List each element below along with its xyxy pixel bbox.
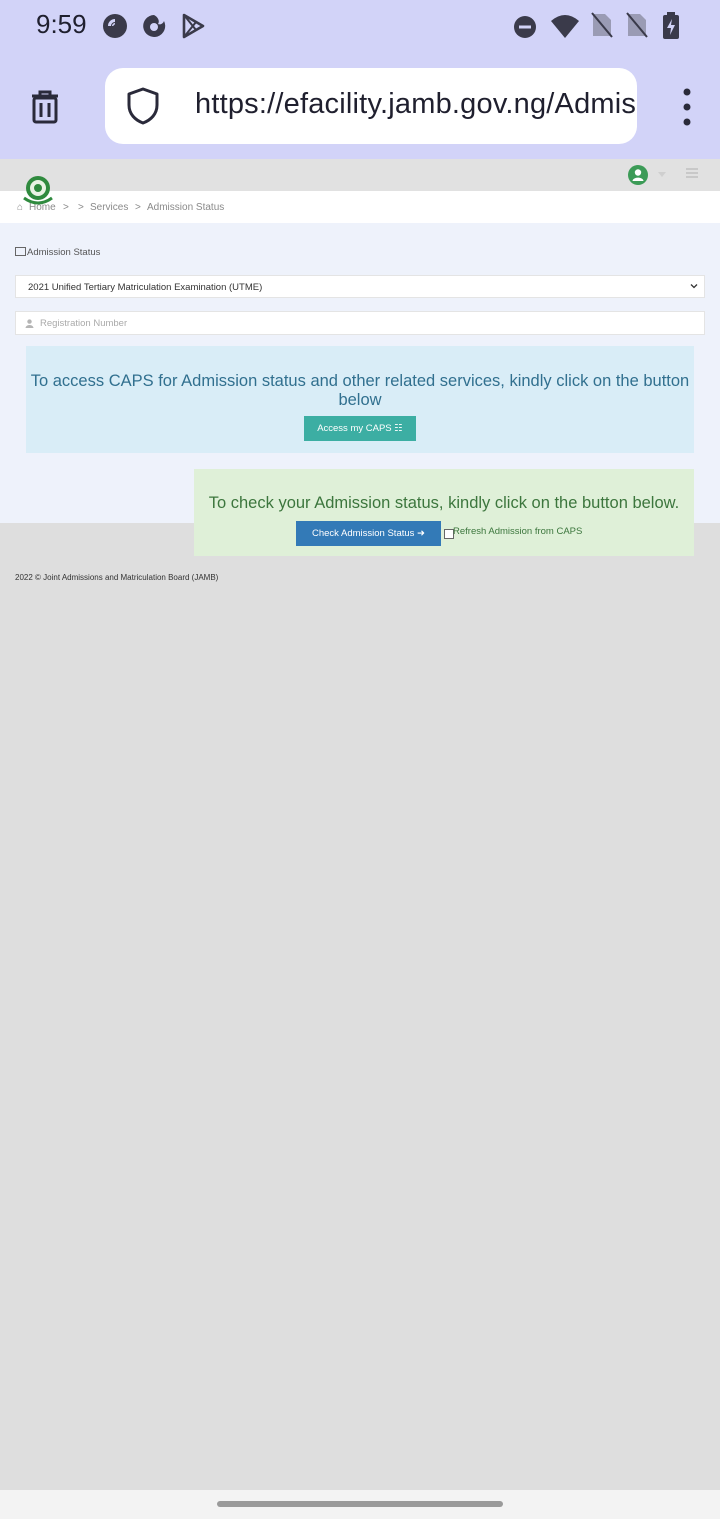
check-admission-status-button[interactable]: Check Admission Status ➜ [296,521,441,546]
caps-info-alert: To access CAPS for Admission status and … [26,346,694,453]
page-header [0,159,720,191]
copyright-text: 2022 © Joint Admissions and Matriculatio… [15,573,219,582]
registration-number-placeholder: Registration Number [40,318,128,329]
url-text: https://efacility.jamb.gov.ng/AdmissionS… [195,88,637,120]
registration-number-input[interactable]: Registration Number [15,311,705,335]
wifi-icon [551,15,579,38]
list-icon: ☷ [394,423,403,434]
admission-status-alert: To check your Admission status, kindly c… [194,469,694,556]
admission-status-text: To check your Admission status, kindly c… [208,494,680,512]
status-time: 9:59 [36,9,87,39]
no-sim-icon [591,12,613,38]
navigation-bar [0,1490,720,1519]
exam-type-value: 2021 Unified Tertiary Matriculation Exam… [28,282,263,293]
chevron-down-icon [690,284,698,289]
more-vert-icon[interactable] [670,84,704,130]
play-store-icon [182,13,205,39]
table-icon [15,247,26,256]
refresh-caps-label[interactable]: Refresh Admission from CAPS [453,526,582,537]
exam-type-select[interactable]: 2021 Unified Tertiary Matriculation Exam… [15,275,705,298]
chevron-down-icon[interactable] [658,172,666,177]
pocket-casts-icon [103,14,127,38]
breadcrumb-separator: > [63,202,69,213]
breadcrumb-separator: > [78,202,84,213]
breadcrumb-services[interactable]: Services [90,202,128,213]
battery-charging-icon [663,12,679,39]
person-icon [25,319,34,328]
do-not-disturb-icon [514,16,536,38]
url-bar[interactable]: https://efacility.jamb.gov.ng/AdmissionS… [105,68,637,144]
access-caps-button[interactable]: Access my CAPS ☷ [304,416,416,441]
breadcrumb-separator: > [135,202,141,213]
gesture-handle[interactable] [217,1501,503,1507]
status-bar: 9:59 [0,0,720,54]
trash-icon[interactable] [22,84,68,130]
section-heading: Admission Status [15,247,100,258]
caps-info-text: To access CAPS for Admission status and … [30,372,690,409]
section-title: Admission Status [27,247,101,258]
page-footer [0,523,720,1490]
shield-icon[interactable] [125,86,161,126]
hamburger-icon[interactable] [686,168,698,178]
firefox-icon [143,15,166,37]
access-caps-label: Access my CAPS [317,423,392,434]
no-sim-icon [626,12,648,38]
breadcrumb-current: Admission Status [147,202,225,213]
jamb-logo[interactable] [20,172,56,208]
breadcrumb: ⌂ Home > > Services > Admission Status [0,191,720,223]
arrow-circle-right-icon: ➜ [417,528,426,539]
browser-toolbar: https://efacility.jamb.gov.ng/AdmissionS… [0,54,720,159]
check-admission-status-label: Check Admission Status [311,528,415,539]
user-icon[interactable] [628,165,648,185]
